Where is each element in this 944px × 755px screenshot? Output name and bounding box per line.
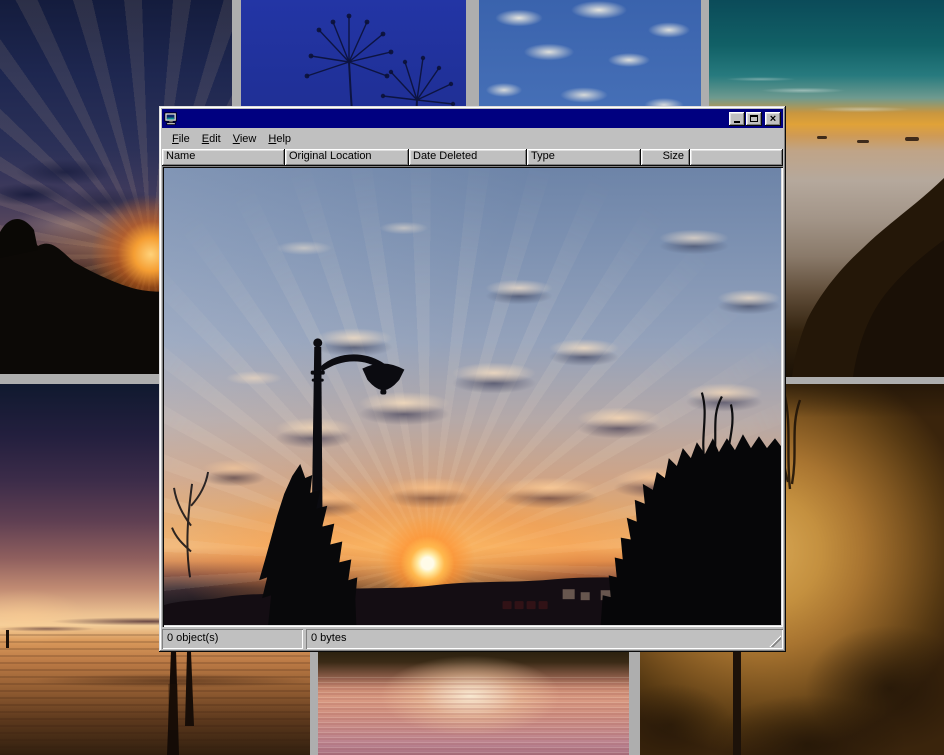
status-objects: 0 object(s)	[162, 629, 303, 649]
computer-icon	[164, 112, 178, 126]
column-headers: Name Original Location Date Deleted Type…	[162, 149, 783, 166]
window-controls: ×	[728, 112, 781, 126]
maximize-button[interactable]	[746, 112, 762, 126]
recycle-bin-window: × File Edit View Help Name Original Loca…	[159, 106, 786, 652]
sapling-silhouette	[172, 472, 208, 577]
title-bar[interactable]: ×	[162, 109, 783, 128]
column-header-filler[interactable]	[690, 149, 783, 166]
status-bar: 0 object(s) 0 bytes	[162, 629, 783, 649]
status-bytes: 0 bytes	[306, 629, 783, 649]
menu-view[interactable]: View	[227, 131, 263, 147]
desktop: × File Edit View Help Name Original Loca…	[0, 0, 944, 755]
menu-bar: File Edit View Help	[162, 128, 783, 149]
cypress-tree-silhouette	[259, 464, 357, 625]
menu-edit[interactable]: Edit	[196, 131, 227, 147]
list-view-area[interactable]	[162, 166, 783, 627]
window-photo-sunset-lamp	[164, 168, 781, 625]
menu-help[interactable]: Help	[262, 131, 297, 147]
close-button[interactable]: ×	[765, 112, 781, 126]
photo-silhouettes	[164, 168, 781, 625]
column-header-type[interactable]: Type	[527, 149, 641, 166]
maximize-icon	[750, 115, 758, 122]
close-icon: ×	[770, 114, 776, 124]
reflection-ripples	[318, 677, 629, 755]
column-header-name[interactable]: Name	[162, 149, 285, 166]
column-header-size[interactable]: Size	[641, 149, 690, 166]
right-trees-silhouette	[601, 393, 781, 625]
minimize-button[interactable]	[729, 112, 745, 126]
column-header-original-location[interactable]: Original Location	[285, 149, 409, 166]
minimize-icon	[734, 121, 740, 123]
menu-file[interactable]: File	[166, 131, 196, 147]
column-header-date-deleted[interactable]: Date Deleted	[409, 149, 527, 166]
